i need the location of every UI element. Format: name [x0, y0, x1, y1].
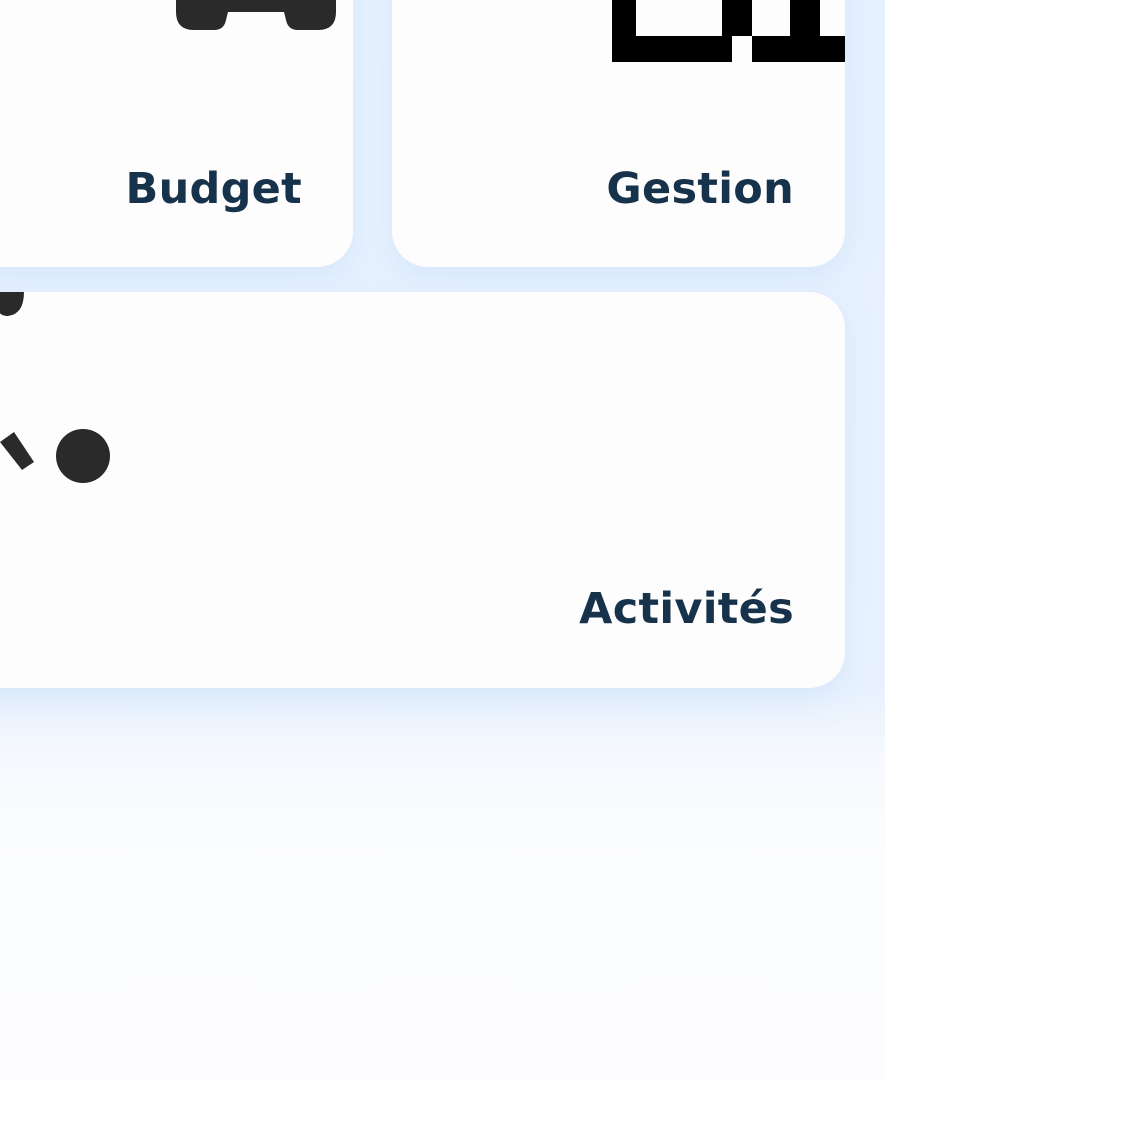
activity-icon: [0, 292, 110, 483]
tiles-panel: Budget Gestion Activités: [0, 0, 885, 1080]
tile-gestion-label: Gestion: [606, 164, 794, 214]
building-icon: [612, 0, 845, 62]
tile-budget[interactable]: Budget: [0, 0, 353, 267]
tile-activites-label: Activités: [579, 584, 794, 634]
tile-activites[interactable]: Activités: [0, 292, 845, 688]
budget-icon: [176, 0, 336, 30]
tile-budget-label: Budget: [125, 164, 302, 214]
tile-gestion[interactable]: Gestion: [392, 0, 845, 267]
